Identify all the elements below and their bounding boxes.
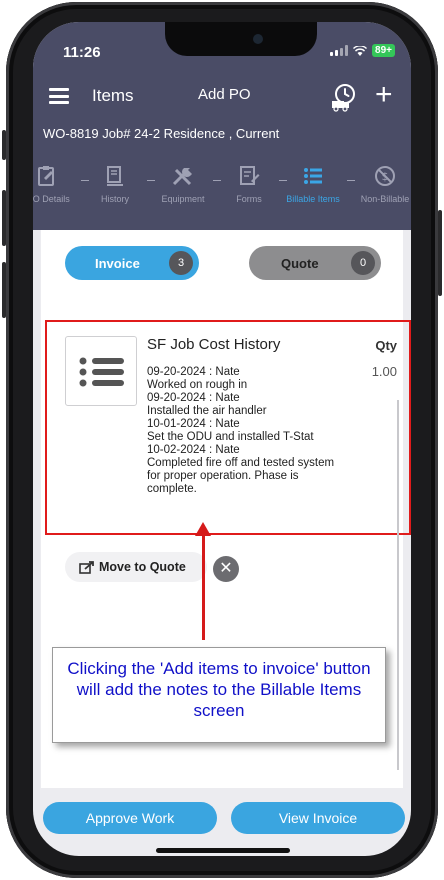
tab-bar: WO Details History Equipment Forms Billa… (33, 150, 411, 230)
note-line: 10-02-2024 : Nate (147, 444, 240, 456)
tab-separator (347, 180, 355, 181)
side-button (2, 262, 6, 318)
tab-billable-items[interactable]: Billable Items (283, 164, 343, 204)
invoice-label: Invoice (95, 256, 140, 271)
invoice-quote-toggle: Invoice 3 Quote 0 (65, 246, 385, 282)
no-dollar-icon: $ (375, 166, 395, 186)
status-icons: 89+ (330, 44, 395, 57)
home-indicator[interactable] (156, 848, 290, 853)
notch (165, 22, 317, 56)
close-icon[interactable]: ✕ (213, 556, 239, 582)
document-edit-icon (240, 166, 260, 185)
tab-forms[interactable]: Forms (219, 164, 279, 204)
nav-header: Items Add PO + (33, 72, 411, 120)
note-line: 09-20-2024 : Nate (147, 392, 240, 404)
page-title: Items (92, 86, 134, 105)
quote-tab[interactable]: Quote 0 (249, 246, 381, 280)
note-line: Installed the air handler (147, 405, 267, 417)
svg-text:$: $ (382, 170, 389, 183)
list-icon (304, 168, 322, 184)
move-icon (79, 561, 94, 574)
item-thumbnail (65, 336, 137, 406)
quote-count-badge: 0 (351, 251, 375, 275)
note-line: for proper operation. Phase is (147, 470, 299, 482)
clipboard-icon (38, 166, 54, 186)
work-order-bar: WO-8819 Job# 24-2 Residence , Current (33, 120, 411, 150)
invoice-count-badge: 3 (169, 251, 193, 275)
tab-label: History (100, 194, 129, 204)
tools-icon (172, 168, 192, 186)
tab-label: Billable Items (286, 194, 340, 204)
tab-label: Forms (236, 194, 262, 204)
signal-icon (330, 45, 349, 56)
view-invoice-button[interactable]: View Invoice (231, 802, 405, 834)
add-po-button[interactable]: Add PO (198, 86, 251, 103)
quote-label: Quote (281, 256, 319, 271)
item-notes: 09-20-2024 : Nate Worked on rough in 09-… (147, 366, 367, 496)
list-icon (79, 357, 124, 387)
clock-truck-icon[interactable] (329, 82, 359, 112)
approve-work-button[interactable]: Approve Work (43, 802, 217, 834)
move-to-quote-label: Move to Quote (99, 560, 186, 574)
scrollbar[interactable] (397, 400, 399, 770)
side-button (2, 190, 6, 246)
note-line: Set the ODU and installed T-Stat (147, 431, 314, 443)
move-to-quote-button[interactable]: Move to Quote (65, 552, 207, 582)
tab-label: Equipment (161, 194, 205, 204)
note-line: Completed fire off and tested system (147, 457, 335, 469)
note-line: complete. (147, 483, 197, 495)
note-line: Worked on rough in (147, 379, 248, 391)
qty-value: 1.00 (371, 364, 397, 379)
tab-non-billable[interactable]: $ Non-Billable (355, 164, 411, 204)
side-button (438, 210, 442, 296)
wifi-icon (353, 45, 368, 56)
tab-equipment[interactable]: Equipment (153, 164, 213, 204)
tab-label: WO Details (33, 194, 70, 204)
receipt-icon (107, 166, 123, 186)
annotation-callout: Clicking the 'Add items to invoice' butt… (52, 647, 386, 743)
note-line: 09-20-2024 : Nate (147, 366, 240, 378)
qty-header: Qty (375, 338, 397, 353)
add-icon[interactable]: + (375, 80, 393, 110)
invoice-tab[interactable]: Invoice 3 (65, 246, 199, 280)
item-title: SF Job Cost History (147, 336, 281, 353)
battery-icon: 89+ (372, 44, 395, 57)
note-line: 10-01-2024 : Nate (147, 418, 240, 430)
billable-item-card[interactable]: SF Job Cost History Qty 1.00 09-20-2024 … (45, 320, 411, 535)
menu-icon[interactable] (49, 88, 69, 104)
annotation-arrow (202, 530, 205, 640)
status-time: 11:26 (63, 44, 101, 61)
tab-wo-details[interactable]: WO Details (33, 164, 77, 204)
side-button (2, 130, 6, 160)
tab-history[interactable]: History (85, 164, 145, 204)
tab-label: Non-Billable (360, 194, 410, 204)
